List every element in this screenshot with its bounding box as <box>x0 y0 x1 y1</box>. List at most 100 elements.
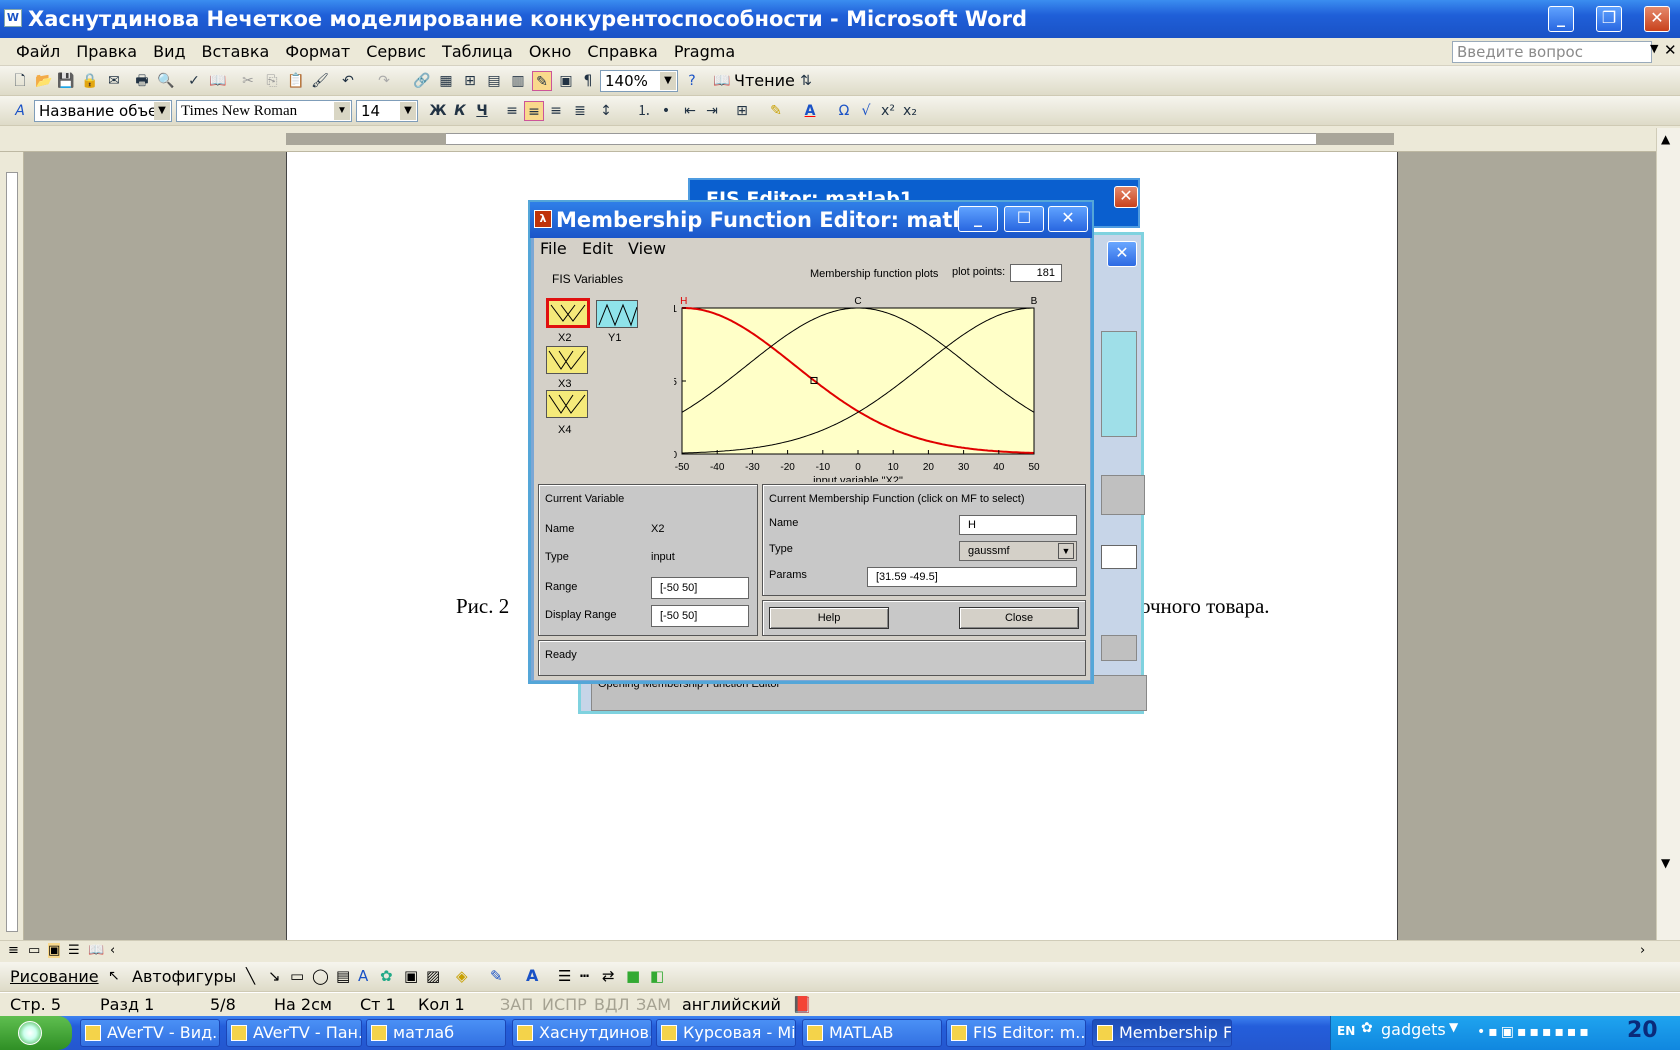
menu-item-7[interactable]: Окно <box>521 38 580 66</box>
mf-type-select[interactable]: gaussmf ▼ <box>959 541 1077 561</box>
vertical-scrollbar[interactable]: ▲ ▼ <box>1656 128 1680 940</box>
status-rec[interactable]: ЗАП <box>500 993 533 1017</box>
horizontal-scrollbar[interactable]: ≡ ▭ ▣ ☰ 📖 ‹ › <box>0 940 1680 962</box>
undo-icon[interactable]: ↶ <box>338 71 358 91</box>
start-button[interactable] <box>0 1016 72 1050</box>
outline-view-icon[interactable]: ☰ <box>68 943 80 958</box>
style-select[interactable]: Название объек ▼ <box>34 100 172 122</box>
fis-editor-close-button[interactable]: ✕ <box>1114 186 1138 208</box>
textbox-icon[interactable]: ▤ <box>336 967 350 985</box>
columns-icon[interactable]: ▥ <box>508 71 528 91</box>
status-ovr[interactable]: ЗАМ <box>636 993 671 1017</box>
superscript-icon[interactable]: x² <box>878 101 898 121</box>
gadgets-dropdown-icon[interactable]: ▼ <box>1449 1020 1458 1034</box>
tray-icons[interactable]: •▪▣▪▪▪▪▪▪ <box>1477 1024 1592 1040</box>
highlight-icon[interactable]: ✎ <box>766 101 786 121</box>
var-x2-icon[interactable] <box>546 298 590 328</box>
chevron-down-icon[interactable]: ▼ <box>334 102 350 120</box>
normal-view-icon[interactable]: ≡ <box>8 943 19 958</box>
align-right-icon[interactable]: ≡ <box>546 101 566 121</box>
italic-button[interactable]: К <box>450 101 470 121</box>
format-painter-icon[interactable]: 🖌 <box>310 71 330 91</box>
line-style-icon[interactable]: ☰ <box>558 967 571 985</box>
oval-icon[interactable]: ◯ <box>312 967 329 985</box>
line-spacing-icon[interactable]: ↕ <box>596 101 616 121</box>
tables-borders-icon[interactable]: ▦ <box>436 71 456 91</box>
taskbar-item-0[interactable]: AVerTV - Вид... <box>80 1019 220 1047</box>
menu-item-1[interactable]: Правка <box>68 38 145 66</box>
cv-display-range-input[interactable]: [-50 50] <box>651 605 749 627</box>
chevron-down-icon[interactable]: ▼ <box>154 102 170 120</box>
scroll-right-icon[interactable]: › <box>1640 943 1645 958</box>
help-button[interactable]: Help <box>769 607 889 629</box>
copy-icon[interactable]: ⎘ <box>262 71 282 91</box>
drawing-menu[interactable]: Рисование <box>10 967 99 986</box>
show-formatting-icon[interactable]: ¶ <box>578 71 598 91</box>
rectangle-icon[interactable]: ▭ <box>290 967 304 985</box>
lang-indicator[interactable]: EN <box>1337 1024 1355 1038</box>
reading-button[interactable]: Чтение <box>734 71 795 90</box>
equation-icon[interactable]: √ <box>856 101 876 121</box>
arrow-style-icon[interactable]: ⇄ <box>602 967 615 985</box>
styles-icon[interactable]: A <box>10 101 30 121</box>
menu-item-0[interactable]: Файл <box>8 38 68 66</box>
cv-range-input[interactable]: [-50 50] <box>651 577 749 599</box>
align-left-icon[interactable]: ≡ <box>502 101 522 121</box>
taskbar-item-5[interactable]: MATLAB <box>802 1019 942 1047</box>
clipart-icon[interactable]: ▣ <box>404 967 418 985</box>
gadgets-label[interactable]: gadgets <box>1381 1020 1446 1039</box>
cut-icon[interactable]: ✂ <box>238 71 258 91</box>
clock[interactable]: 20 <box>1627 1018 1658 1043</box>
fill-color-icon[interactable]: ◈ <box>456 967 468 985</box>
new-doc-icon[interactable]: 🗋 <box>10 71 30 91</box>
menu-item-4[interactable]: Формат <box>277 38 358 66</box>
borders-icon[interactable]: ⊞ <box>732 101 752 121</box>
status-trk[interactable]: ИСПР <box>542 993 587 1017</box>
menu-item-9[interactable]: Pragma <box>666 38 743 66</box>
mf-minimize-button[interactable]: _ <box>958 206 998 232</box>
taskbar-item-2[interactable]: матлаб <box>366 1019 506 1047</box>
autoshapes-menu[interactable]: Автофигуры <box>132 967 236 986</box>
font-color-icon[interactable]: A <box>800 101 820 121</box>
sort-icon[interactable]: ⇅ <box>796 71 816 91</box>
decrease-indent-icon[interactable]: ⇤ <box>680 101 700 121</box>
vertical-ruler[interactable] <box>0 152 24 940</box>
doc-close-icon[interactable]: ✕ <box>1664 41 1677 59</box>
underline-button[interactable]: Ч <box>472 101 492 121</box>
gadgets-icon[interactable]: ✿ <box>1361 1020 1373 1036</box>
bold-button[interactable]: Ж <box>428 101 448 121</box>
spelling-status-icon[interactable]: 📕 <box>792 993 812 1017</box>
menu-item-6[interactable]: Таблица <box>434 38 521 66</box>
shadow-icon[interactable]: ■ <box>626 967 640 985</box>
paste-icon[interactable]: 📋 <box>286 71 306 91</box>
reading-view-icon[interactable]: 📖 <box>88 943 104 958</box>
mf-close-button[interactable]: ✕ <box>1048 206 1088 232</box>
chevron-down-icon[interactable]: ▼ <box>1058 543 1074 559</box>
web-view-icon[interactable]: ▭ <box>28 943 40 958</box>
menu-item-2[interactable]: Вид <box>145 38 193 66</box>
align-center-icon[interactable]: ≡ <box>524 101 544 121</box>
picture-icon[interactable]: ▨ <box>426 967 440 985</box>
symbol-icon[interactable]: Ω <box>834 101 854 121</box>
mf-plot[interactable]: H C B -50 -40 -30 -20 -10 0 10 20 30 40 50 0 0.5 1 input … <box>674 286 1078 482</box>
taskbar-item-1[interactable]: AVerTV - Пан... <box>226 1019 362 1047</box>
close-button[interactable]: ✕ <box>1644 6 1670 32</box>
3d-icon[interactable]: ◧ <box>650 967 664 985</box>
research-icon[interactable]: 📖 <box>208 71 228 91</box>
scroll-down-icon[interactable]: ▼ <box>1661 856 1670 870</box>
diagram-icon[interactable]: ✿ <box>380 967 393 985</box>
menu-item-3[interactable]: Вставка <box>194 38 278 66</box>
chevron-down-icon[interactable]: ▼ <box>400 102 416 120</box>
var-x4-icon[interactable] <box>546 390 588 418</box>
word-icon[interactable]: W <box>4 9 22 27</box>
plot-points-input[interactable]: 181 <box>1010 264 1062 282</box>
taskbar-item-3[interactable]: Хаснутдинов... <box>512 1019 652 1047</box>
close-dialog-button[interactable]: Close <box>959 607 1079 629</box>
redo-icon[interactable]: ↷ <box>374 71 394 91</box>
font-size-select[interactable]: 14 ▼ <box>356 100 418 122</box>
ask-question-input[interactable]: Введите вопрос <box>1452 41 1652 63</box>
drawing-icon[interactable]: ✎ <box>532 71 552 91</box>
taskbar-item-7[interactable]: Membership F... <box>1092 1019 1232 1047</box>
subscript-icon[interactable]: x₂ <box>900 101 920 121</box>
taskbar-item-6[interactable]: FIS Editor: m... <box>946 1019 1086 1047</box>
